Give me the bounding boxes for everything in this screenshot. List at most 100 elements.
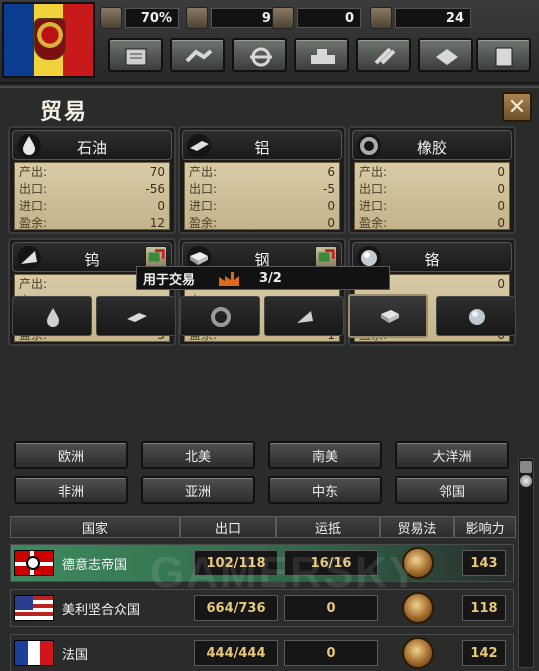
country-flag[interactable] (2, 2, 95, 78)
resource-stat-label: 产出: (189, 165, 218, 179)
factory-icon (370, 7, 392, 29)
resource-name: 铬 (424, 251, 440, 269)
factories-stat[interactable]: 24 (370, 6, 471, 30)
region-south-america[interactable]: 南美 (268, 441, 382, 469)
resource-stat-label: 进口: (189, 199, 218, 213)
oil-drop-icon (17, 134, 41, 158)
encyclopedia-button[interactable] (476, 38, 531, 72)
resource-stat-value: 0 (497, 276, 505, 291)
manpower-value: 0 (297, 8, 361, 28)
resource-stat-row: 盈余: 12 (15, 214, 169, 231)
resource-header[interactable]: 铝 (182, 130, 342, 160)
country-flag-usa (14, 595, 54, 621)
trade-usage-bar: 用于交易 3/2 (136, 266, 390, 290)
production-button[interactable] (294, 38, 349, 72)
region-neighbours[interactable]: 邻国 (395, 476, 509, 504)
resource-stat-row: 盈余: 0 (185, 214, 339, 231)
tab-aluminium[interactable] (96, 296, 176, 336)
factories-value: 24 (395, 8, 471, 28)
region-africa[interactable]: 非洲 (14, 476, 128, 504)
region-asia[interactable]: 亚洲 (141, 476, 255, 504)
col-header-delivered[interactable]: 运抵 (276, 516, 380, 538)
col-header-export[interactable]: 出口 (180, 516, 276, 538)
production-icon (311, 49, 335, 64)
region-oceania[interactable]: 大洋洲 (395, 441, 509, 469)
resource-stat-value: 70 (149, 164, 165, 179)
scroll-up-arrow[interactable] (520, 461, 532, 473)
top-bar: 70% 92 0 24 (0, 0, 539, 84)
scroll-thumb[interactable] (520, 475, 532, 487)
resource-card: 石油 产出: 70 出口: -56 进口: 0 盈余: 12 (8, 126, 176, 234)
tab-rubber[interactable] (180, 296, 260, 336)
close-x-icon: ✕ (507, 94, 527, 120)
manpower-stat[interactable]: 0 (272, 6, 361, 30)
resource-stat-label: 盈余: (189, 216, 218, 230)
resource-stat-row: 出口: 0 (355, 180, 509, 197)
resource-stat-value: -56 (145, 181, 165, 196)
decisions-icon (125, 48, 147, 66)
resource-stat-row: 产出: 6 (185, 163, 339, 180)
tab-chromium[interactable] (436, 296, 516, 336)
tab-steel[interactable] (348, 294, 428, 338)
export-value: 444/444 (194, 640, 278, 666)
resource-stat-label: 产出: (19, 277, 48, 291)
logistics-button[interactable] (418, 38, 473, 72)
resource-stats: 产出: 0 出口: 0 进口: 0 盈余: 0 (354, 162, 510, 230)
resource-header[interactable]: 石油 (12, 130, 172, 160)
resource-card: 橡胶 产出: 0 出口: 0 进口: 0 盈余: 0 (348, 126, 516, 234)
diplomacy-button[interactable] (170, 38, 225, 72)
resource-stats: 产出: 70 出口: -56 进口: 0 盈余: 12 (14, 162, 170, 230)
country-flag-germany (14, 550, 54, 576)
resource-header[interactable]: 橡胶 (352, 130, 512, 160)
resource-stat-row: 进口: 0 (355, 197, 509, 214)
resource-stat-label: 进口: (359, 199, 388, 213)
region-north-america[interactable]: 北美 (141, 441, 255, 469)
manpower-icon (272, 7, 294, 29)
col-header-trade-law[interactable]: 贸易法 (380, 516, 454, 538)
resource-stat-label: 出口: (19, 182, 48, 196)
national-unity-stat[interactable]: 70% (100, 6, 179, 30)
region-europe[interactable]: 欧洲 (14, 441, 128, 469)
resource-stat-value: 0 (497, 181, 505, 196)
delivered-value: 0 (284, 640, 378, 666)
rubber-tire-icon (357, 134, 381, 158)
region-middle-east[interactable]: 中东 (268, 476, 382, 504)
resource-tabs (8, 294, 530, 338)
resource-stat-label: 产出: (19, 165, 48, 179)
trade-deal-icon[interactable] (315, 246, 337, 268)
resource-stat-label: 出口: (359, 182, 388, 196)
diplomacy-icon (185, 49, 213, 63)
steel-ingot-icon (381, 310, 399, 323)
tungsten-icon (17, 246, 41, 270)
trade-button[interactable] (232, 38, 287, 72)
resource-stat-label: 进口: (19, 199, 48, 213)
resource-stat-row: 出口: -56 (15, 180, 169, 197)
trade-icon (250, 47, 272, 67)
close-button[interactable]: ✕ (502, 92, 532, 122)
resource-stat-row: 进口: 0 (15, 197, 169, 214)
tab-tungsten[interactable] (264, 296, 344, 336)
aluminium-icon (127, 313, 147, 322)
resource-stat-label: 产出: (359, 165, 388, 179)
resource-stat-label: 盈余: (359, 216, 388, 230)
panel-title: 贸易 (40, 100, 89, 125)
decisions-button[interactable] (108, 38, 163, 72)
table-row[interactable]: 法国 444/444 0 142 (10, 634, 514, 671)
oil-drop-icon (47, 308, 59, 327)
table-scrollbar[interactable] (518, 458, 534, 668)
trade-law-icon[interactable] (402, 637, 434, 669)
influence-value: 142 (462, 640, 506, 666)
delivered-value: 0 (284, 595, 378, 621)
tab-oil[interactable] (12, 296, 92, 336)
resource-stat-label: 盈余: (19, 216, 48, 230)
col-header-influence[interactable]: 影响力 (454, 516, 516, 538)
resource-name: 橡胶 (416, 139, 447, 157)
research-icon (374, 47, 396, 65)
country-name: 德意志帝国 (62, 558, 128, 573)
col-header-country[interactable]: 国家 (10, 516, 180, 538)
political-power-icon (186, 7, 208, 29)
resource-stat-value: 0 (327, 215, 335, 230)
resource-stat-value: 0 (327, 198, 335, 213)
trade-deal-icon[interactable] (145, 246, 167, 268)
research-button[interactable] (356, 38, 411, 72)
